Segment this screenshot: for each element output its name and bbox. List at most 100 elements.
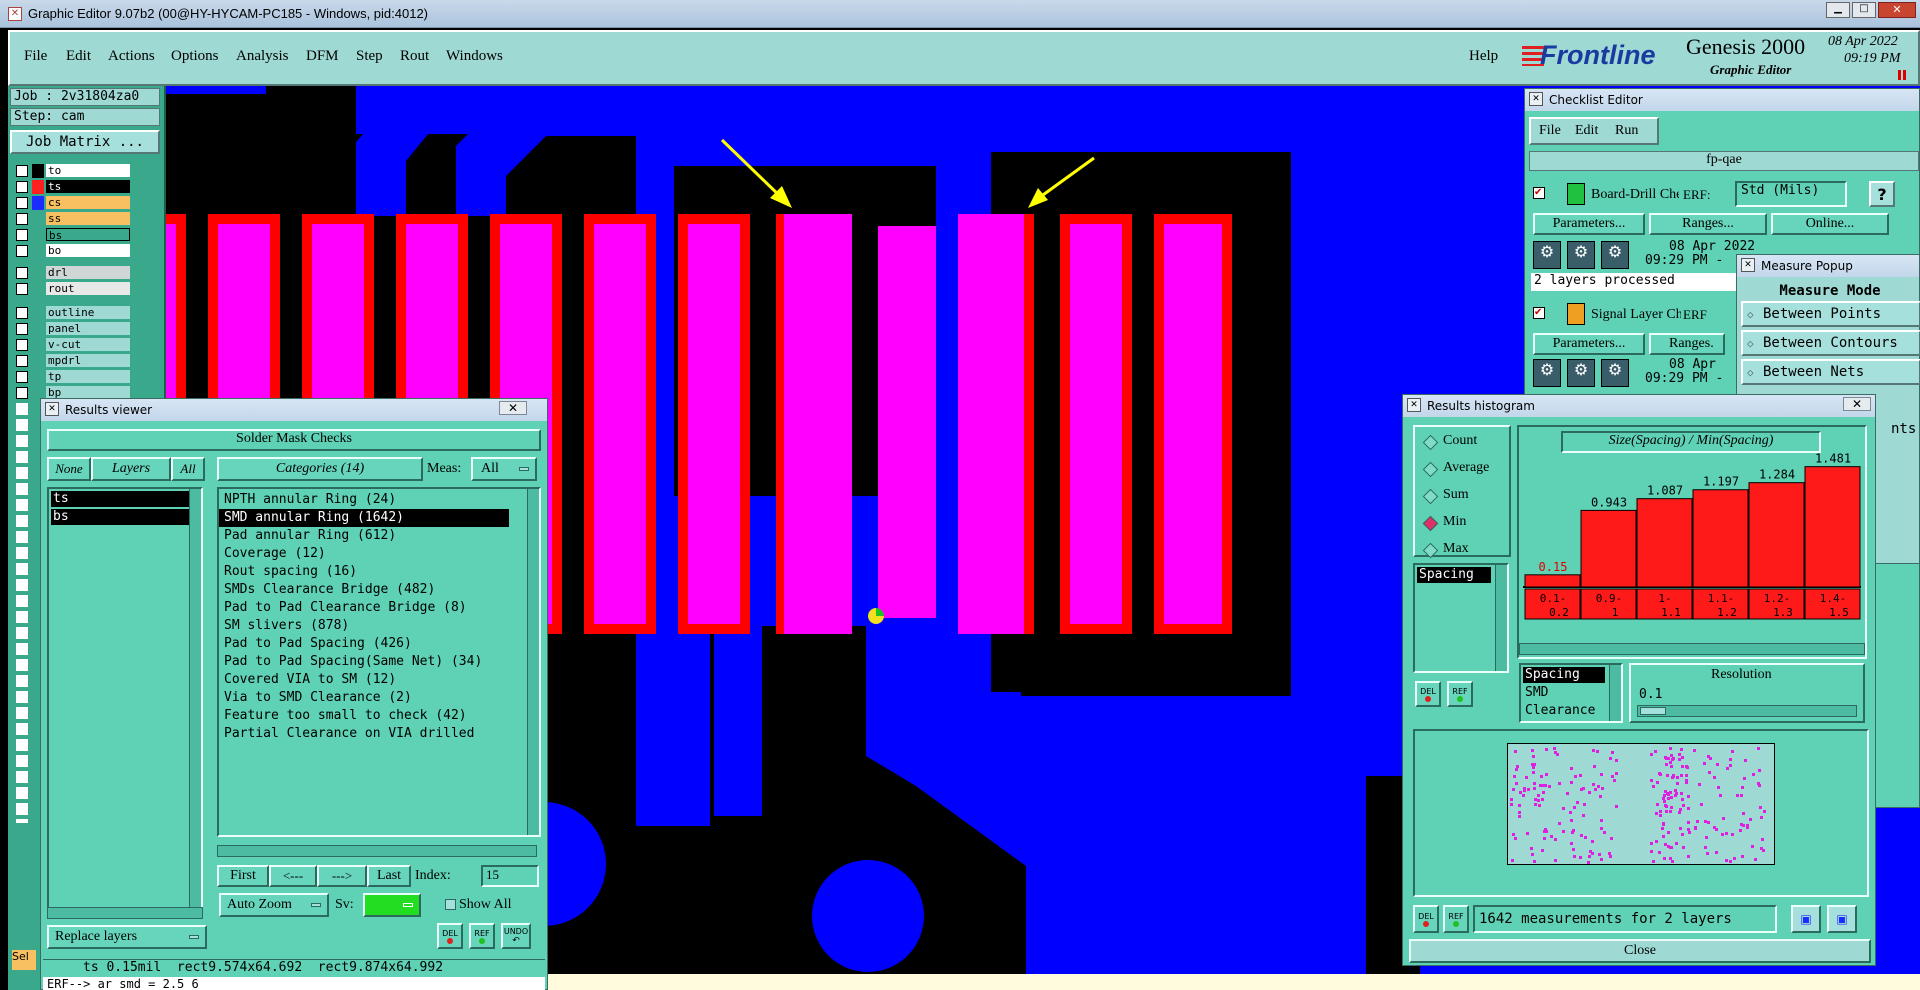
check-1-name[interactable]: Board-Drill Che — [1591, 187, 1679, 203]
layer-drl[interactable]: drl — [46, 266, 130, 279]
auto-zoom-dropdown[interactable]: Auto Zoom — [219, 893, 329, 917]
histogram-bar[interactable] — [1804, 466, 1861, 588]
average-radio[interactable] — [1422, 461, 1439, 478]
layer-v-cut[interactable]: v-cut — [46, 338, 130, 351]
layer-tp[interactable]: tp — [46, 370, 130, 383]
run-icon[interactable]: ⚙ — [1601, 241, 1629, 269]
category-item[interactable]: Via to SMD Clearance (2) — [219, 689, 517, 707]
chart-export-icon[interactable]: ▣ — [1791, 905, 1821, 933]
replace-layers-dropdown[interactable]: Replace layers — [47, 925, 207, 949]
layer-checkbox-drl[interactable] — [16, 267, 28, 279]
check-enabled-checkbox[interactable]: ✔ — [1533, 307, 1545, 319]
close-button[interactable]: Close — [1409, 939, 1871, 963]
checklist-menu-run[interactable]: Run — [1615, 123, 1638, 139]
online-button[interactable]: Online... — [1771, 213, 1889, 235]
measurement-type-list[interactable]: Spacing SMD Clearance — [1519, 663, 1623, 723]
layer-ts[interactable]: ts — [46, 180, 130, 193]
resolution-slider-thumb[interactable] — [1640, 707, 1666, 715]
parameters-button[interactable]: Parameters... — [1533, 213, 1645, 235]
menu-item-windows[interactable]: Windows — [446, 48, 503, 65]
delete-icon-button[interactable]: DEL — [437, 923, 463, 949]
show-all-checkbox[interactable] — [445, 899, 456, 910]
layer-checkbox-tp[interactable] — [16, 371, 28, 383]
histogram-bar[interactable] — [1580, 509, 1637, 588]
histogram-list-scrollbar[interactable] — [1495, 565, 1507, 671]
between-nets-button[interactable]: ◇ Between Nets — [1741, 359, 1920, 385]
run-icon[interactable]: ⚙ — [1601, 359, 1629, 387]
layer-checkbox-bs[interactable] — [16, 229, 28, 241]
layer-cs[interactable]: cs — [46, 196, 130, 209]
layer-checkbox-outline[interactable] — [16, 307, 28, 319]
meas-dropdown[interactable]: All — [471, 457, 537, 481]
categories-button[interactable]: Categories (14) — [217, 457, 423, 481]
category-item[interactable]: NPTH annular Ring (24) — [219, 491, 517, 509]
maximize-button[interactable]: □ — [1852, 2, 1876, 18]
parameters-button-2[interactable]: Parameters... — [1533, 333, 1645, 355]
histogram-list-selected[interactable]: Spacing — [1417, 567, 1491, 583]
count-radio[interactable] — [1422, 434, 1439, 451]
summary-delete-button[interactable]: DEL — [1413, 905, 1439, 933]
measurement-type-clearance[interactable]: Clearance — [1523, 703, 1595, 718]
layer-checkbox-ts[interactable] — [16, 181, 28, 193]
layer-to[interactable]: to — [46, 164, 130, 177]
measurement-type-scrollbar[interactable] — [1609, 665, 1621, 721]
categories-vscrollbar[interactable] — [527, 489, 539, 835]
sv-color-dropdown[interactable] — [363, 893, 421, 917]
between-points-button[interactable]: ◇ Between Points — [1741, 301, 1920, 327]
histogram-type-list[interactable]: Spacing — [1413, 563, 1509, 673]
check-enabled-checkbox[interactable]: ✔ — [1533, 187, 1545, 199]
category-item[interactable]: Pad to Pad Spacing(Same Net) (34) — [219, 653, 517, 671]
layers-scrollbar[interactable] — [189, 489, 201, 913]
layer-checkbox-to[interactable] — [16, 165, 28, 177]
results-layers-list[interactable]: ts bs — [47, 487, 203, 915]
category-item[interactable]: Pad annular Ring (612) — [219, 527, 517, 545]
categories-list[interactable]: NPTH annular Ring (24) SMD annular Ring … — [217, 487, 541, 837]
histogram-close-icon[interactable]: ✕ — [1843, 397, 1871, 411]
run-icon[interactable]: ⚙ — [1567, 359, 1595, 387]
last-button[interactable]: Last — [367, 865, 411, 887]
max-radio[interactable] — [1422, 542, 1439, 559]
layer-checkbox-mpdrl[interactable] — [16, 355, 28, 367]
category-item[interactable]: SM slivers (878) — [219, 617, 517, 635]
none-button[interactable]: None — [47, 457, 91, 481]
summary-refresh-button[interactable]: REF — [1443, 905, 1469, 933]
menu-item-help[interactable]: Help — [1469, 48, 1498, 65]
results-layer-bs[interactable]: bs — [51, 509, 191, 525]
category-item[interactable]: Covered VIA to SM (12) — [219, 671, 517, 689]
category-item[interactable]: Coverage (12) — [219, 545, 517, 563]
histogram-bar[interactable] — [1692, 489, 1749, 588]
index-input[interactable]: 15 — [481, 865, 539, 887]
menu-item-options[interactable]: Options — [171, 48, 219, 65]
resolution-slider[interactable] — [1637, 705, 1857, 717]
chart-hscrollbar[interactable] — [1519, 643, 1865, 655]
sel-label[interactable]: Sel — [12, 950, 36, 970]
checklist-menu-edit[interactable]: Edit — [1575, 123, 1598, 139]
check-1-erf-value[interactable]: Std (Mils) — [1735, 181, 1847, 207]
run-icon[interactable]: ⚙ — [1533, 359, 1561, 387]
category-item[interactable]: Feature too small to check (42) — [219, 707, 517, 725]
checklist-menu-file[interactable]: File — [1539, 123, 1561, 139]
between-contours-button[interactable]: ◇ Between Contours — [1741, 330, 1920, 356]
histogram-bar[interactable] — [1524, 574, 1581, 588]
histogram-delete-button[interactable]: DEL — [1415, 681, 1441, 707]
all-layers-button[interactable]: All — [171, 457, 205, 481]
layer-checkbox-rout[interactable] — [16, 283, 28, 295]
ranges-button-2[interactable]: Ranges. — [1649, 333, 1725, 355]
run-icon[interactable]: ⚙ — [1567, 241, 1595, 269]
minimize-button[interactable]: ▁ — [1826, 2, 1850, 18]
layer-checkbox-ss[interactable] — [16, 213, 28, 225]
category-item[interactable]: Rout spacing (16) — [219, 563, 517, 581]
undo-icon-button[interactable]: UNDO ↶ — [501, 923, 531, 949]
layers-hscrollbar[interactable] — [47, 907, 203, 919]
layer-ss[interactable]: ss — [46, 212, 130, 225]
chart-zoom-icon[interactable]: ▣ — [1827, 905, 1857, 933]
close-window-button[interactable]: ✕ — [1878, 2, 1916, 18]
layer-checkbox-bp[interactable] — [16, 387, 28, 399]
menu-item-file[interactable]: File — [24, 48, 47, 65]
categories-hscrollbar[interactable] — [217, 845, 537, 857]
layer-checkbox-v-cut[interactable] — [16, 339, 28, 351]
min-radio[interactable] — [1422, 515, 1439, 532]
menu-item-step[interactable]: Step — [356, 48, 383, 65]
sum-radio[interactable] — [1422, 488, 1439, 505]
histogram-refresh-button[interactable]: REF — [1447, 681, 1473, 707]
